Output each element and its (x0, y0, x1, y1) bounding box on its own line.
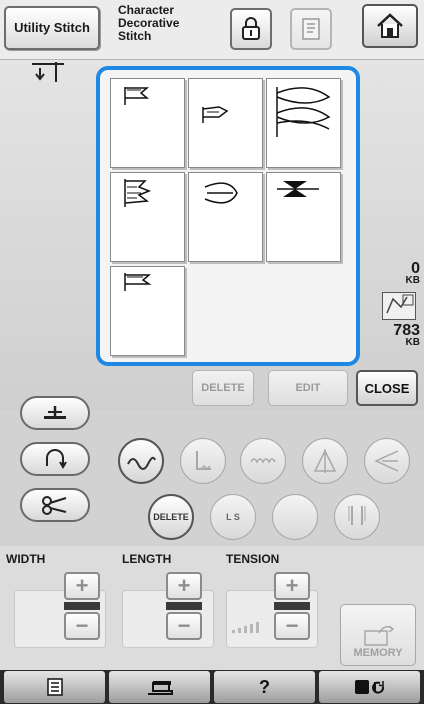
home-icon (377, 13, 403, 38)
mirror-image-icon (196, 451, 211, 471)
bowtie-stitch-icon (277, 181, 319, 197)
spacing-icon (250, 458, 276, 464)
tension-level-icon (232, 622, 259, 633)
document-icon (302, 18, 320, 40)
width-plus-button[interactable]: + (64, 572, 100, 600)
saved-pattern-list (96, 66, 360, 366)
memory-used-unit: KB (405, 275, 420, 286)
ls-button[interactable]: L S (210, 494, 256, 540)
utility-stitch-button[interactable]: Utility Stitch (4, 6, 100, 50)
memory-used-value: 0 (411, 260, 420, 277)
bottom-bar: ? (0, 670, 424, 704)
memory-view-button[interactable] (290, 8, 332, 50)
flag-stitch-1-icon (124, 87, 150, 105)
flag-stitch-2-icon (202, 106, 229, 123)
tension-indicator (274, 602, 310, 610)
lock-button[interactable] (230, 8, 272, 50)
mode-title-line-3: Stitch (118, 29, 152, 43)
width-minus-button[interactable]: − (64, 612, 100, 640)
pattern-cell[interactable] (110, 78, 185, 168)
feather-flag-stitch-icon (124, 179, 152, 207)
length-minus-button[interactable]: − (166, 612, 202, 640)
lock-icon (242, 17, 260, 40)
elongate-icon (374, 450, 399, 472)
memory-free-unit: KB (405, 337, 420, 348)
elongation-button[interactable] (364, 438, 410, 484)
image-key-button[interactable] (118, 438, 164, 484)
flag-stitch-3-icon (124, 273, 152, 291)
needle-arc-icon (46, 449, 67, 469)
length-indicator (166, 602, 202, 610)
pattern-cell[interactable] (188, 172, 263, 262)
needle-up-down-button[interactable] (20, 442, 90, 476)
close-button[interactable]: CLOSE (356, 370, 418, 406)
list-icon (46, 678, 63, 696)
top-bar: Utility Stitch Character Decorative Stit… (0, 0, 424, 60)
machine-help-button[interactable] (109, 671, 210, 703)
thread-cutter-button[interactable] (20, 488, 90, 522)
mirror-horizontal-button[interactable] (302, 438, 348, 484)
presser-foot-button[interactable] (20, 396, 90, 430)
memory-button-label: MEMORY (353, 647, 403, 659)
help-button[interactable]: ? (214, 671, 315, 703)
home-button[interactable] (362, 4, 418, 48)
mirror-triangle-icon (313, 449, 337, 473)
tension-minus-button[interactable]: − (274, 612, 310, 640)
pattern-cell[interactable] (266, 78, 341, 168)
pattern-grid (110, 78, 346, 356)
mode-title: Character Decorative Stitch (118, 4, 218, 43)
pattern-cell[interactable] (266, 172, 341, 262)
blank-function-button[interactable] (272, 494, 318, 540)
delete-pattern-button[interactable]: DELETE (192, 370, 254, 406)
needle-position-icon (32, 62, 64, 82)
settings-area: WIDTH LENGTH TENSION + − + − + − MEMORY (0, 546, 424, 670)
memory-pocket-icon (364, 625, 395, 646)
memory-free-value: 783 (393, 322, 420, 339)
tension-label: TENSION (226, 552, 280, 566)
length-plus-button[interactable]: + (166, 572, 202, 600)
memory-info: 0 KB 783 KB (364, 260, 420, 362)
scissors-icon (42, 496, 67, 515)
presser-foot-icon (44, 406, 66, 419)
pattern-cell[interactable] (110, 266, 185, 356)
memory-button[interactable]: MEMORY (340, 604, 416, 666)
stitch-image-icon (127, 456, 156, 470)
twin-needle-button[interactable] (334, 494, 380, 540)
width-label: WIDTH (6, 552, 46, 566)
settings-list-button[interactable] (4, 671, 105, 703)
twin-needle-icon (348, 506, 366, 525)
tension-plus-button[interactable]: + (274, 572, 310, 600)
wireless-button[interactable] (319, 671, 420, 703)
mirror-button[interactable] (180, 438, 226, 484)
sewing-machine-icon (147, 681, 173, 695)
pattern-cell[interactable] (110, 172, 185, 262)
pocket-memory-icon (382, 292, 416, 320)
wave-leaf-stitch-icon (276, 87, 331, 137)
spacing-button[interactable] (240, 438, 286, 484)
width-indicator (64, 602, 100, 610)
length-label: LENGTH (122, 552, 172, 566)
wlan-icon (354, 680, 384, 694)
pattern-cell[interactable] (188, 78, 263, 168)
delete-stitch-button[interactable]: DELETE (148, 494, 194, 540)
edit-pattern-button[interactable]: EDIT (268, 370, 348, 406)
loop-stitch-icon (204, 182, 238, 204)
